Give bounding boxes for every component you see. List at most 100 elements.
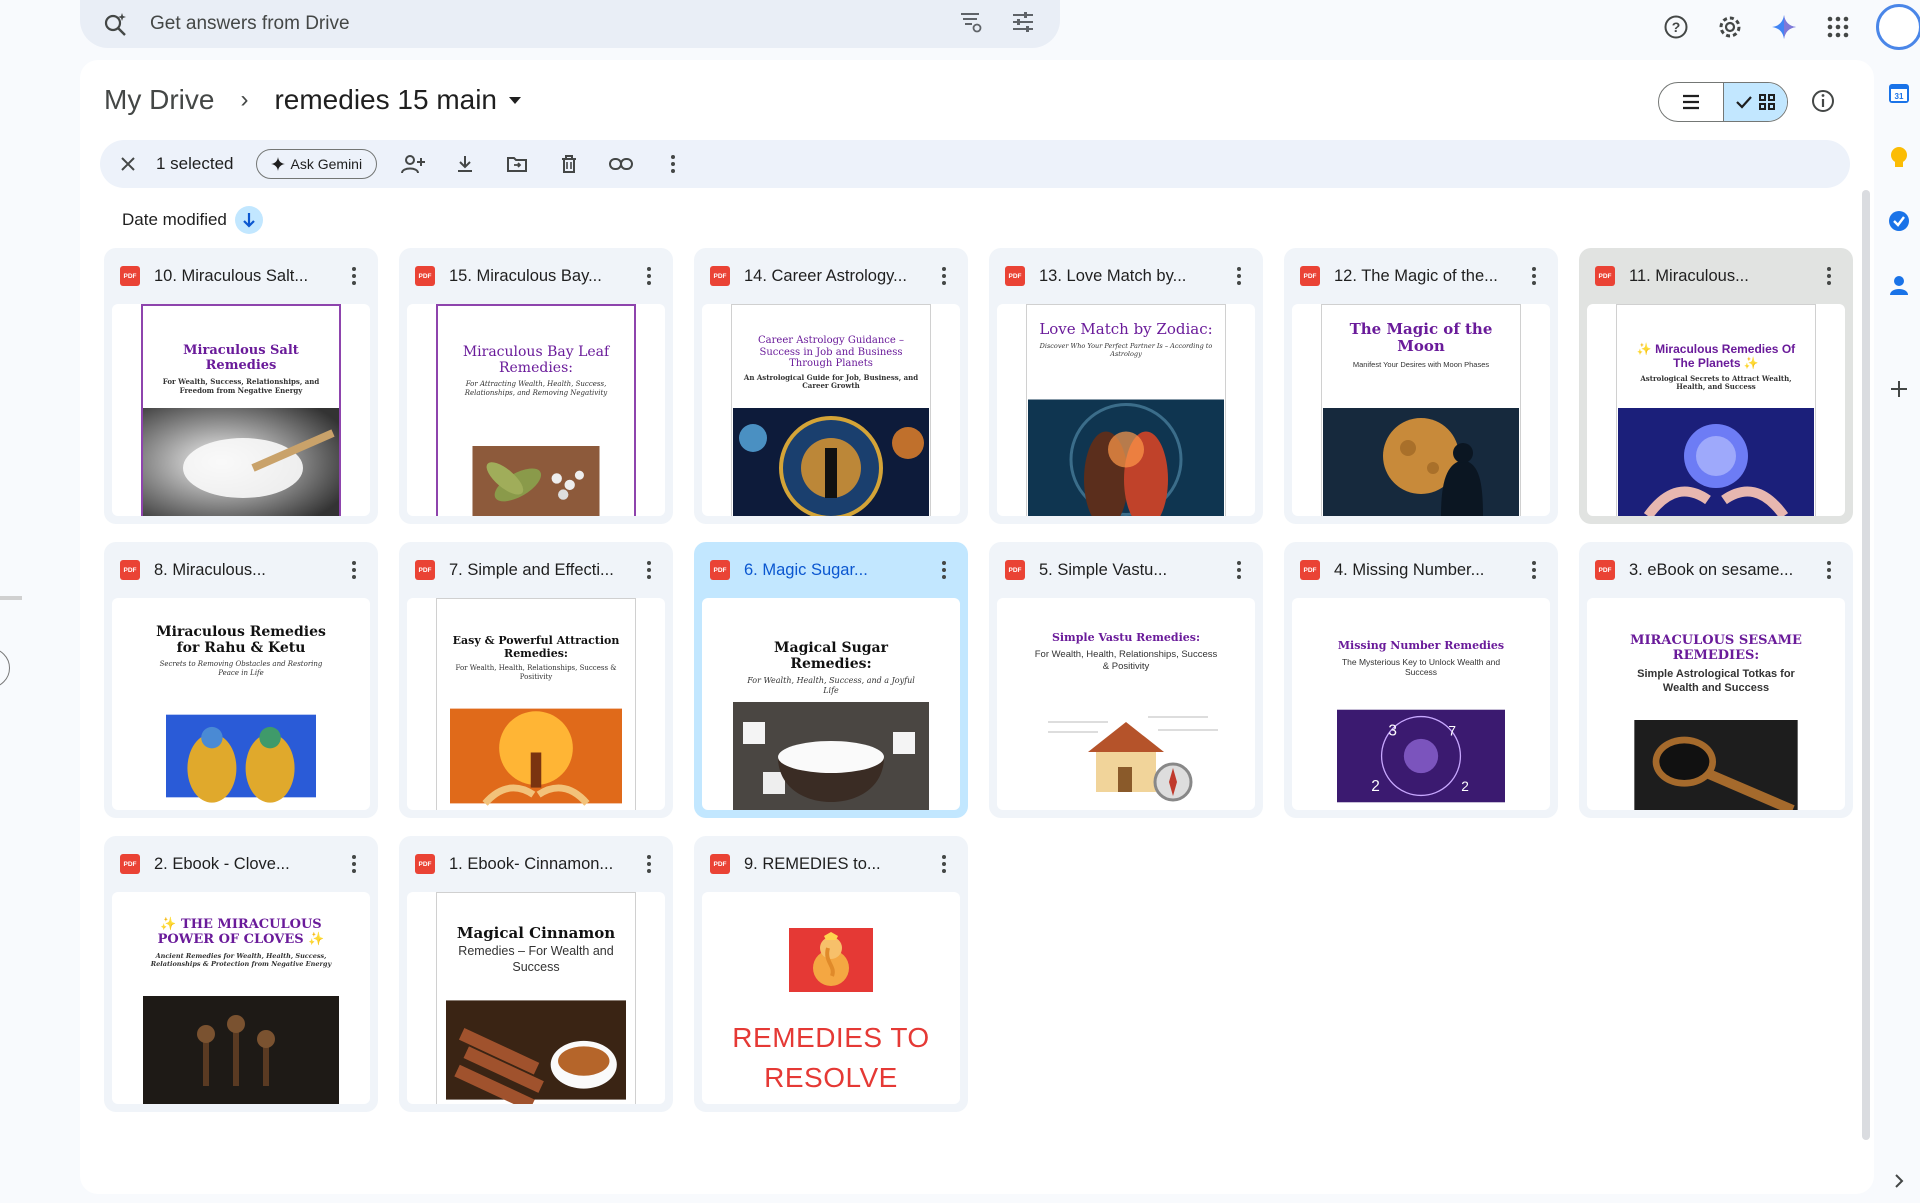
more-options-icon[interactable]	[344, 850, 364, 878]
file-card[interactable]: PDF 8. Miraculous... Miraculous Remedies …	[104, 542, 378, 818]
settings-gear-icon[interactable]	[1714, 11, 1746, 43]
cover-title: Miraculous Salt Remedies	[183, 343, 299, 373]
keep-bulb-icon[interactable]	[1888, 146, 1912, 170]
cover-subtitle: For Wealth, Success, Relationships, and …	[162, 376, 320, 395]
love-couple-image	[1028, 399, 1224, 516]
more-options-icon[interactable]	[1524, 556, 1544, 584]
cover-title: ✨ Miraculous Remedies Of The Planets ✨	[1636, 342, 1796, 370]
cover-subtitle: Manifest Your Desires with Moon Phases	[1352, 359, 1490, 369]
svg-text:2: 2	[1461, 779, 1469, 794]
pdf-icon: PDF	[710, 266, 730, 286]
rahu-ketu-image	[166, 714, 316, 803]
moon-image	[1323, 408, 1519, 516]
sort-control[interactable]: Date modified	[122, 206, 263, 234]
file-thumbnail: The Magic of the Moon Manifest Your Desi…	[1292, 304, 1550, 516]
more-options-icon[interactable]	[1819, 556, 1839, 584]
file-card[interactable]: PDF 10. Miraculous Salt... Miraculous Sal…	[104, 248, 378, 524]
file-card[interactable]: PDF 1. Ebook- Cinnamon... Magical Cinnamo…	[399, 836, 673, 1112]
svg-text:3: 3	[1388, 722, 1397, 739]
file-name: 13. Love Match by...	[1039, 266, 1187, 285]
clear-selection-close-icon[interactable]	[114, 150, 142, 178]
arrow-down-icon[interactable]	[234, 206, 263, 234]
search-options-icon[interactable]	[1010, 9, 1036, 40]
help-icon[interactable]: ?	[1660, 11, 1692, 43]
pdf-icon: PDF	[415, 854, 435, 874]
trash-icon[interactable]	[553, 148, 585, 180]
file-card[interactable]: PDF 15. Miraculous Bay... Miraculous Bay …	[399, 248, 673, 524]
cover-subtitle: An Astrological Guide for Job, Business,…	[743, 372, 919, 391]
list-view-button[interactable]	[1659, 83, 1723, 121]
filter-drive-icon[interactable]	[958, 9, 984, 40]
more-options-icon[interactable]	[1229, 556, 1249, 584]
file-card[interactable]: PDF 3. eBook on sesame... MIRACULOUS SESA…	[1579, 542, 1853, 818]
more-options-icon[interactable]	[934, 262, 954, 290]
account-avatar[interactable]	[1876, 4, 1920, 50]
more-options-icon[interactable]	[1524, 262, 1544, 290]
more-options-icon[interactable]	[934, 850, 954, 878]
cover-page: Miraculous Salt Remedies For Wealth, Suc…	[141, 304, 341, 516]
left-edge-button[interactable]	[0, 648, 10, 688]
sesame-spoon-image	[1634, 720, 1798, 810]
more-options-icon[interactable]	[639, 262, 659, 290]
file-card[interactable]: PDF 13. Love Match by... Love Match by Zo…	[989, 248, 1263, 524]
cover-page: ✨ Miraculous Remedies Of The Planets ✨ A…	[1616, 304, 1816, 516]
file-card[interactable]: PDF 2. Ebook - Clove... ✨ THE MIRACULOUS …	[104, 836, 378, 1112]
ask-gemini-label: Ask Gemini	[290, 156, 363, 172]
search-bar[interactable]: Get answers from Drive	[80, 0, 1060, 48]
download-icon[interactable]	[449, 148, 481, 180]
calendar-icon[interactable]: 31	[1888, 82, 1912, 106]
ask-gemini-button[interactable]: Ask Gemini	[255, 149, 378, 179]
file-card[interactable]: PDF 4. Missing Number... Missing Number R…	[1284, 542, 1558, 818]
more-options-icon[interactable]	[344, 556, 364, 584]
more-options-icon[interactable]	[344, 262, 364, 290]
copy-link-icon[interactable]	[605, 148, 637, 180]
left-edge-handle	[0, 596, 22, 600]
file-thumbnail: ✨ Miraculous Remedies Of The Planets ✨ A…	[1587, 304, 1845, 516]
grid-icon	[1758, 94, 1775, 110]
cover-subtitle: Astrological Secrets to Attract Wealth, …	[1640, 373, 1792, 392]
file-thumbnail: ✨ THE MIRACULOUS POWER OF CLOVES ✨ Ancie…	[112, 892, 370, 1104]
selection-toolbar: 1 selected Ask Gemini	[100, 140, 1850, 188]
chevron-right-icon[interactable]	[1888, 1170, 1912, 1194]
vastu-house-image	[1028, 702, 1224, 810]
cover-subtitle: Secrets to Removing Obstacles and Restor…	[159, 660, 323, 677]
cover-title: MIRACULOUS SESAME REMEDIES:	[1630, 633, 1802, 663]
file-card[interactable]: PDF 12. The Magic of the... The Magic of …	[1284, 248, 1558, 524]
file-thumbnail: Love Match by Zodiac: Discover Who Your …	[997, 304, 1255, 516]
pdf-icon: PDF	[710, 560, 730, 580]
pdf-icon: PDF	[120, 266, 140, 286]
more-actions-icon[interactable]	[657, 148, 689, 180]
gemini-icon[interactable]	[1768, 11, 1800, 43]
search-input[interactable]: Get answers from Drive	[150, 13, 958, 35]
more-options-icon[interactable]	[639, 556, 659, 584]
breadcrumb-current-folder[interactable]: remedies 15 main	[274, 84, 522, 116]
more-options-icon[interactable]	[1229, 262, 1249, 290]
info-icon[interactable]	[1810, 88, 1838, 116]
cover-title: The Magic of the Moon	[1349, 320, 1493, 356]
file-card-selected[interactable]: PDF 6. Magic Sugar... Magical Sugar Remed…	[694, 542, 968, 818]
svg-text:31: 31	[1895, 92, 1904, 101]
cover-page: Career Astrology Guidance – Success in J…	[731, 304, 931, 516]
salt-image	[143, 408, 339, 516]
breadcrumb-my-drive[interactable]: My Drive	[104, 84, 214, 116]
more-options-icon[interactable]	[639, 850, 659, 878]
contacts-person-icon[interactable]	[1888, 274, 1912, 298]
pdf-icon: PDF	[415, 266, 435, 286]
more-options-icon[interactable]	[934, 556, 954, 584]
file-card[interactable]: PDF 5. Simple Vastu... Simple Vastu Remed…	[989, 542, 1263, 818]
more-options-icon[interactable]	[1819, 262, 1839, 290]
add-plus-icon[interactable]	[1888, 378, 1912, 402]
folder-title: remedies 15 main	[274, 84, 498, 115]
file-card[interactable]: PDF 9. REMEDIES to... REMEDIES TO RESOLVE	[694, 836, 968, 1112]
grid-view-button[interactable]	[1723, 83, 1787, 121]
move-to-folder-icon[interactable]	[501, 148, 533, 180]
share-add-person-icon[interactable]	[397, 148, 429, 180]
file-card[interactable]: PDF 11. Miraculous... ✨ Miraculous Remedi…	[1579, 248, 1853, 524]
cover-title: Magical Sugar Remedies:	[774, 640, 888, 673]
tasks-check-icon[interactable]	[1888, 210, 1912, 234]
file-card[interactable]: PDF 14. Career Astrology... Career Astrol…	[694, 248, 968, 524]
file-card[interactable]: PDF 7. Simple and Effecti... Easy & Power…	[399, 542, 673, 818]
apps-grid-icon[interactable]	[1822, 11, 1854, 43]
scrollbar[interactable]	[1862, 190, 1870, 1140]
pdf-icon: PDF	[120, 560, 140, 580]
